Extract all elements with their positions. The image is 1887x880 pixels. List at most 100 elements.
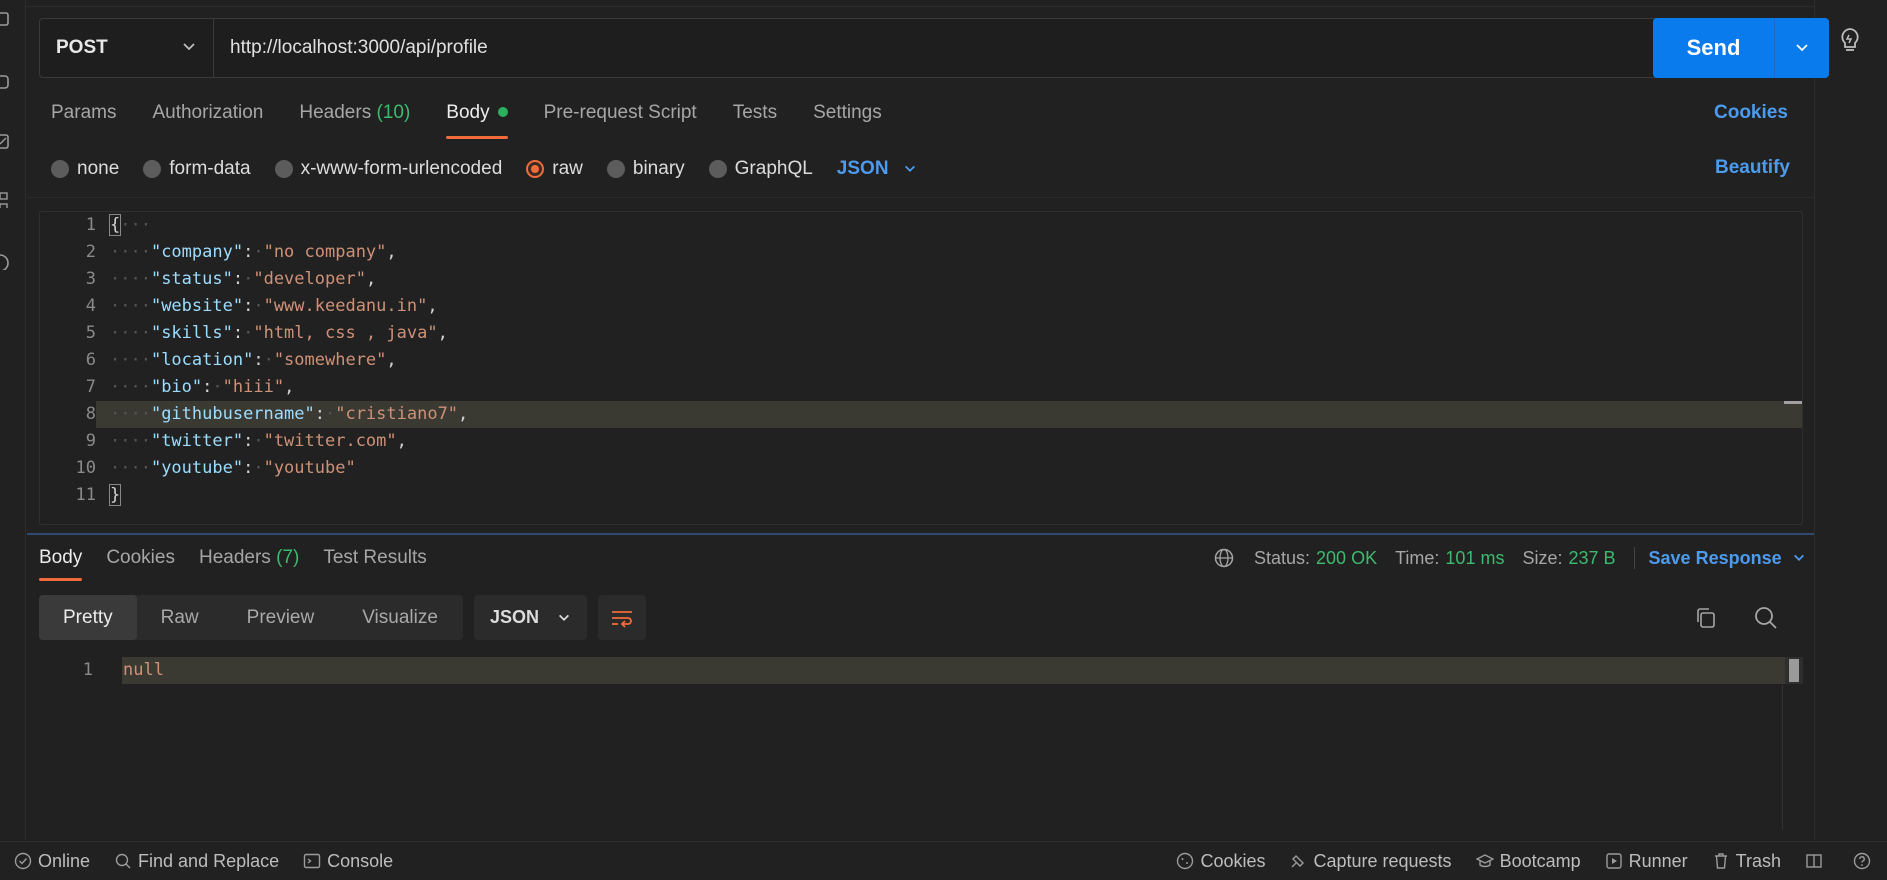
chevron-down-icon <box>1793 554 1804 561</box>
body-type-graphql[interactable]: GraphQL <box>708 158 813 180</box>
response-tab-cookies[interactable]: Cookies <box>106 546 175 582</box>
radio-button[interactable] <box>51 160 69 178</box>
tab-settings[interactable]: Settings <box>813 100 882 140</box>
save-response-button[interactable]: Save Response <box>1649 548 1806 569</box>
response-view-toggle: Pretty Raw Preview Visualize <box>39 595 463 640</box>
radio-button[interactable] <box>274 160 293 178</box>
cookies-link[interactable]: Cookies <box>1714 102 1788 124</box>
find-replace-button[interactable]: Find and Replace <box>114 851 279 872</box>
status-value[interactable]: 200 OK <box>1316 548 1377 569</box>
radio-button-selected[interactable] <box>526 160 545 178</box>
trash-button[interactable]: Trash <box>1712 851 1781 872</box>
body-type-binary[interactable]: binary <box>606 158 685 180</box>
code-line: 5 ····"skills":·"html, css , java", <box>85 323 448 343</box>
size-value[interactable]: 237 B <box>1568 548 1615 569</box>
body-modified-dot <box>497 107 508 117</box>
history-icon[interactable] <box>0 254 12 270</box>
tab-body[interactable]: Body <box>446 100 508 140</box>
apis-icon[interactable] <box>0 74 12 90</box>
check-circle-icon <box>14 852 32 870</box>
response-format-select[interactable]: JSON <box>474 595 587 640</box>
satellite-icon <box>1291 855 1305 868</box>
layout-toggle-button[interactable] <box>1805 851 1829 872</box>
chevron-down-icon <box>904 165 915 172</box>
url-text: http://localhost:3000/api/profile <box>230 37 488 58</box>
runner-button[interactable]: Runner <box>1605 851 1688 872</box>
scroll-position-marker <box>1784 401 1802 404</box>
body-type-none[interactable]: none <box>51 158 119 180</box>
code-line: 3 ····"status":·"developer", <box>85 269 377 289</box>
code-line: 1 {··· <box>85 214 151 236</box>
request-tabs: Params Authorization Headers (10) Body P… <box>51 100 918 140</box>
body-type-selector: none form-data x-www-form-urlencoded raw… <box>51 154 917 184</box>
view-visualize[interactable]: Visualize <box>338 595 462 640</box>
send-button-group: Send <box>1653 18 1829 78</box>
request-workspace: POST http://localhost:3000/api/profile S… <box>27 0 1829 840</box>
radio-button[interactable] <box>143 160 162 178</box>
environments-icon[interactable] <box>0 134 12 150</box>
response-body-viewer[interactable]: 1 null <box>27 657 1803 684</box>
globe-icon[interactable] <box>1214 548 1234 568</box>
code-line: 10 ····"youtube":·"youtube" <box>75 458 356 478</box>
beautify-link[interactable]: Beautify <box>1715 157 1790 179</box>
wrap-lines-button[interactable] <box>598 595 646 640</box>
code-line: 11 } <box>75 484 122 506</box>
send-options-button[interactable] <box>1775 18 1829 78</box>
online-status[interactable]: Online <box>14 851 90 872</box>
radio-button[interactable] <box>708 160 727 178</box>
code-line-current: 8 ····"githubusername":·"cristiano7", <box>40 401 1802 428</box>
response-tab-test-results[interactable]: Test Results <box>323 546 426 582</box>
body-format-select[interactable]: JSON <box>837 158 917 180</box>
status-bar: Online Find and Replace Console Cookies … <box>0 841 1887 880</box>
current-line-highlight <box>122 657 1785 684</box>
divider <box>1633 547 1635 569</box>
tab-tests[interactable]: Tests <box>733 100 777 140</box>
radio-button[interactable] <box>606 160 625 178</box>
console-button[interactable]: Console <box>303 851 393 872</box>
body-type-urlencoded[interactable]: x-www-form-urlencoded <box>274 158 502 180</box>
collections-icon[interactable] <box>0 12 12 28</box>
send-button[interactable]: Send <box>1653 18 1775 78</box>
left-sidebar-rail <box>0 0 26 840</box>
help-icon <box>1853 852 1871 870</box>
code-line: 7 ····"bio":·"hiii", <box>85 377 295 397</box>
chevron-down-icon <box>559 614 570 621</box>
cookies-status-button[interactable]: Cookies <box>1176 851 1265 872</box>
scroll-track <box>1782 685 1783 830</box>
method-label: POST <box>56 37 108 58</box>
body-type-form-data[interactable]: form-data <box>143 158 251 180</box>
tab-headers[interactable]: Headers (10) <box>299 100 410 140</box>
two-pane-icon <box>1806 854 1822 868</box>
capture-requests-button[interactable]: Capture requests <box>1289 851 1452 872</box>
wrap-lines-icon <box>612 610 632 628</box>
response-divider[interactable] <box>27 533 1814 535</box>
line-number: 1 <box>82 660 93 680</box>
search-icon[interactable] <box>1753 605 1779 631</box>
method-select[interactable]: POST <box>40 19 214 77</box>
tab-authorization[interactable]: Authorization <box>152 100 263 140</box>
request-body-editor[interactable]: 1 {··· 2 ····"company":·"no company", 3 … <box>39 211 1803 525</box>
tab-params[interactable]: Params <box>51 100 116 140</box>
code-line: 9 ····"twitter":·"twitter.com", <box>85 431 407 451</box>
time-value[interactable]: 101 ms <box>1445 548 1504 569</box>
trash-icon <box>1714 853 1727 869</box>
play-icon <box>1605 853 1622 869</box>
console-icon <box>303 853 321 869</box>
tab-pre-request-script[interactable]: Pre-request Script <box>544 100 697 140</box>
response-tab-headers[interactable]: Headers (7) <box>199 546 299 582</box>
response-tab-body[interactable]: Body <box>39 546 83 582</box>
copy-icon[interactable] <box>1694 606 1718 630</box>
response-scrollbar[interactable] <box>1785 657 1803 684</box>
flows-icon[interactable] <box>0 192 12 208</box>
cookie-icon <box>1177 852 1194 870</box>
body-type-raw[interactable]: raw <box>526 158 583 180</box>
url-input[interactable]: http://localhost:3000/api/profile <box>214 19 1666 77</box>
lightbulb-icon[interactable] <box>1837 26 1863 54</box>
view-preview[interactable]: Preview <box>223 595 339 640</box>
response-tabs: Body Cookies Headers (7) Test Results <box>39 546 451 582</box>
help-button[interactable] <box>1853 851 1877 872</box>
view-pretty[interactable]: Pretty <box>39 595 137 640</box>
request-bar: POST http://localhost:3000/api/profile <box>39 18 1667 78</box>
view-raw[interactable]: Raw <box>137 595 223 640</box>
bootcamp-button[interactable]: Bootcamp <box>1475 851 1581 872</box>
